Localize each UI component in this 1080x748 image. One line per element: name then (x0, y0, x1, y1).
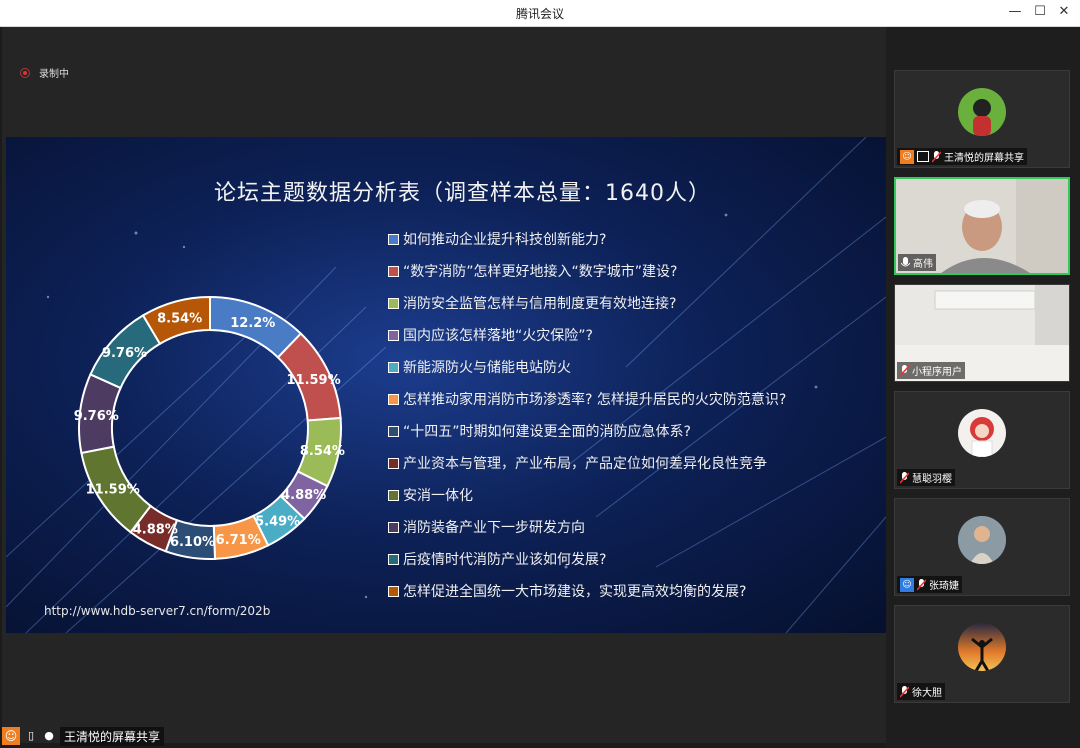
participant-tile-speaking[interactable]: 高伟 (894, 177, 1070, 275)
survey-url: http://www.hdb-server7.cn/form/202b (44, 604, 271, 618)
donut-data-label: 4.88% (281, 488, 326, 503)
minimize-icon[interactable]: — (1004, 2, 1026, 22)
donut-data-label: 6.71% (216, 533, 261, 548)
legend-label: “数字消防”怎样更好地接入“数字城市”建设? (403, 264, 678, 280)
participant-name: 张琦婕 (929, 581, 959, 592)
legend-label: 如何推动企业提升科技创新能力? (403, 232, 607, 248)
mic-muted-icon (932, 150, 941, 163)
participant-namebar: 高伟 (898, 254, 936, 271)
maximize-icon[interactable]: ☐ (1029, 2, 1051, 22)
legend-label: 安消一体化 (403, 488, 473, 504)
legend-item: 消防安全监管怎样与信用制度更有效地连接? (388, 287, 786, 319)
avatar (958, 623, 1006, 671)
participant-tile[interactable]: 徐大胆 (894, 605, 1070, 703)
participant-namebar: 徐大胆 (897, 683, 945, 700)
legend-swatch (388, 425, 399, 437)
recording-label: 录制中 (39, 69, 69, 80)
window-title: 腾讯会议 (515, 7, 564, 21)
legend-item: 后疫情时代消防产业该如何发展? (388, 543, 786, 575)
donut-data-label: 11.59% (86, 482, 140, 497)
title-bar: 腾讯会议 — ☐ ✕ (0, 0, 1080, 27)
legend-label: “十四五”时期如何建设更全面的消防应急体系? (403, 424, 691, 440)
chart-legend: 如何推动企业提升科技创新能力? “数字消防”怎样更好地接入“数字城市”建设? 消防安… (388, 223, 786, 607)
legend-swatch (388, 233, 399, 245)
participant-name: 徐大胆 (912, 688, 942, 699)
legend-label: 国内应该怎样落地“火灾保险”? (403, 328, 593, 344)
legend-label: 新能源防火与储能电站防火 (403, 360, 571, 376)
participant-namebar: 慧聪羽樱 (897, 469, 955, 486)
legend-label: 消防装备产业下一步研发方向 (403, 520, 585, 536)
participant-name: 小程序用户 (912, 367, 962, 378)
shared-screen-area: 录制中 论坛主题数据分析表（调查样本总量：1640人） 12.2% 11.59%… (2, 27, 886, 743)
legend-item: “数字消防”怎样更好地接入“数字城市”建设? (388, 255, 786, 287)
legend-item: 安消一体化 (388, 479, 786, 511)
screen-share-icon: ▯ (27, 729, 35, 742)
participant-tile[interactable]: 小程序用户 (894, 284, 1070, 382)
mic-muted-icon (900, 685, 909, 698)
legend-label: 怎样促进全国统一大市场建设，实现更高效均衡的发展? (403, 584, 747, 600)
donut-data-label: 12.2% (230, 316, 275, 331)
donut-data-label: 5.49% (255, 514, 300, 529)
donut-data-label: 4.88% (133, 523, 178, 538)
legend-swatch (388, 265, 399, 277)
participant-tile[interactable]: ☺ 王清悦的屏幕共享 (894, 70, 1070, 168)
legend-swatch (388, 585, 399, 597)
legend-swatch (388, 553, 399, 565)
legend-swatch (388, 393, 399, 405)
avatar (958, 516, 1006, 564)
donut-chart: 12.2%11.59%8.54%4.88%5.49%6.71%6.10%4.88… (74, 295, 345, 560)
person-icon: ☺ (900, 577, 914, 592)
screen-share-icon (917, 151, 929, 162)
legend-item: 新能源防火与储能电站防火 (388, 351, 786, 383)
legend-item: 消防装备产业下一步研发方向 (388, 511, 786, 543)
participant-namebar: 小程序用户 (897, 362, 965, 379)
participant-name: 王清悦的屏幕共享 (944, 153, 1024, 164)
participant-sidebar: ☺ 王清悦的屏幕共享 高伟 小程序用户 慧聪羽樱 ☺ 张琦婕 徐大胆 (886, 27, 1080, 748)
participant-name: 高伟 (913, 259, 933, 270)
mic-muted-icon (900, 471, 909, 484)
recording-indicator: 录制中 (20, 65, 69, 80)
record-icon (20, 67, 30, 78)
mic-muted-icon: ● (44, 729, 54, 742)
participant-tile[interactable]: 慧聪羽樱 (894, 391, 1070, 489)
donut-data-label: 9.76% (74, 409, 119, 424)
legend-label: 后疫情时代消防产业该如何发展? (403, 552, 607, 568)
legend-label: 消防安全监管怎样与信用制度更有效地连接? (403, 296, 677, 312)
legend-label: 怎样推动家用消防市场渗透率? 怎样提升居民的火灾防范意识? (403, 392, 787, 408)
legend-swatch (388, 329, 399, 341)
legend-item: 如何推动企业提升科技创新能力? (388, 223, 786, 255)
close-icon[interactable]: ✕ (1053, 2, 1075, 22)
avatar (958, 409, 1006, 457)
participant-namebar: ☺ 王清悦的屏幕共享 (897, 148, 1027, 165)
legend-swatch (388, 521, 399, 533)
legend-label: 产业资本与管理，产业布局，产品定位如何差异化良性竞争 (403, 456, 767, 472)
screen-share-label: 王清悦的屏幕共享 (60, 726, 165, 746)
legend-item: 怎样促进全国统一大市场建设，实现更高效均衡的发展? (388, 575, 786, 607)
legend-item: 国内应该怎样落地“火灾保险”? (388, 319, 786, 351)
donut-data-label: 9.76% (102, 346, 147, 361)
presentation-slide: 论坛主题数据分析表（调查样本总量：1640人） 12.2% 11.59% 8.54%… (6, 137, 886, 633)
person-icon: ☺ (2, 727, 20, 745)
mic-muted-icon (900, 364, 909, 377)
donut-data-label: 8.54% (157, 312, 202, 327)
donut-data-label: 11.59% (286, 373, 340, 388)
legend-item: 怎样推动家用消防市场渗透率? 怎样提升居民的火灾防范意识? (388, 383, 786, 415)
legend-swatch (388, 361, 399, 373)
legend-swatch (388, 457, 399, 469)
legend-item: “十四五”时期如何建设更全面的消防应急体系? (388, 415, 786, 447)
screen-share-bar: ☺ ▯ ● 王清悦的屏幕共享 (2, 726, 165, 746)
mic-muted-icon (917, 578, 926, 591)
mic-icon (901, 256, 910, 266)
participant-name: 慧聪羽樱 (912, 474, 952, 485)
avatar (958, 88, 1006, 136)
person-icon: ☺ (900, 149, 914, 164)
participant-tile[interactable]: ☺ 张琦婕 (894, 498, 1070, 596)
legend-swatch (388, 489, 399, 501)
participant-namebar: ☺ 张琦婕 (897, 576, 962, 593)
legend-item: 产业资本与管理，产业布局，产品定位如何差异化良性竞争 (388, 447, 786, 479)
donut-data-label: 8.54% (300, 444, 345, 459)
legend-swatch (388, 297, 399, 309)
